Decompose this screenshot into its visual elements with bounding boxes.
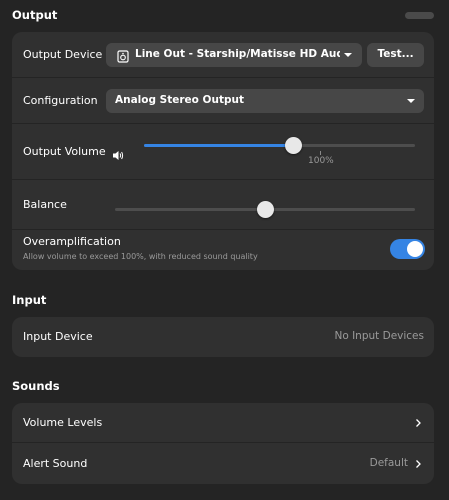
output-volume-knob[interactable] bbox=[284, 137, 302, 154]
output-volume-row: Output Volume 100% bbox=[12, 124, 434, 180]
test-button[interactable]: Test... bbox=[367, 43, 424, 67]
overamplification-label: Overamplification bbox=[23, 235, 121, 248]
switch-knob bbox=[407, 241, 423, 257]
output-card: Output Device Line Out - Starship/Matiss… bbox=[12, 32, 434, 270]
scroll-indicator[interactable] bbox=[405, 12, 434, 19]
input-card: Input Device No Input Devices bbox=[12, 317, 434, 357]
alert-sound-row[interactable]: Alert Sound Default bbox=[12, 444, 434, 484]
output-section-title: Output bbox=[12, 8, 58, 22]
alert-sound-label: Alert Sound bbox=[23, 457, 88, 470]
test-button-label: Test... bbox=[377, 48, 414, 60]
balance-row: Balance bbox=[12, 180, 434, 230]
volume-levels-label: Volume Levels bbox=[23, 416, 103, 429]
balance-label: Balance bbox=[23, 198, 67, 211]
output-device-row: Output Device Line Out - Starship/Matiss… bbox=[12, 32, 434, 78]
overamplification-subtitle: Allow volume to exceed 100%, with reduce… bbox=[23, 252, 258, 261]
speaker-icon bbox=[112, 146, 124, 165]
chevron-right-icon bbox=[416, 419, 421, 427]
chevron-down-icon bbox=[407, 99, 415, 103]
alert-sound-value: Default bbox=[369, 457, 408, 469]
configuration-dropdown[interactable]: Analog Stereo Output bbox=[106, 89, 424, 113]
input-device-row[interactable]: Input Device No Input Devices bbox=[12, 317, 434, 357]
overamplification-row: Overamplification Allow volume to exceed… bbox=[12, 230, 434, 270]
output-volume-slider[interactable] bbox=[144, 144, 415, 147]
volume-100-tick bbox=[320, 151, 321, 155]
volume-levels-row[interactable]: Volume Levels bbox=[12, 403, 434, 443]
volume-100-mark: 100% bbox=[308, 156, 334, 166]
input-device-value: No Input Devices bbox=[334, 330, 424, 342]
output-volume-label: Output Volume bbox=[23, 145, 106, 158]
configuration-value: Analog Stereo Output bbox=[115, 94, 244, 106]
configuration-row: Configuration Analog Stereo Output bbox=[12, 78, 434, 124]
chevron-down-icon bbox=[344, 53, 352, 57]
balance-knob[interactable] bbox=[256, 201, 274, 218]
input-section-title: Input bbox=[12, 293, 47, 307]
speaker-card-icon bbox=[117, 48, 129, 67]
output-device-value: Line Out - Starship/Matisse HD Audio C..… bbox=[135, 48, 340, 60]
overamplification-switch[interactable] bbox=[390, 239, 425, 259]
chevron-right-icon bbox=[416, 460, 421, 468]
input-device-label: Input Device bbox=[23, 330, 93, 343]
output-device-label: Output Device bbox=[23, 48, 103, 61]
output-device-dropdown[interactable]: Line Out - Starship/Matisse HD Audio C..… bbox=[106, 43, 362, 67]
sounds-section-title: Sounds bbox=[12, 379, 60, 393]
configuration-label: Configuration bbox=[23, 94, 98, 107]
sounds-card: Volume Levels Alert Sound Default bbox=[12, 403, 434, 484]
output-volume-fill bbox=[144, 144, 294, 147]
